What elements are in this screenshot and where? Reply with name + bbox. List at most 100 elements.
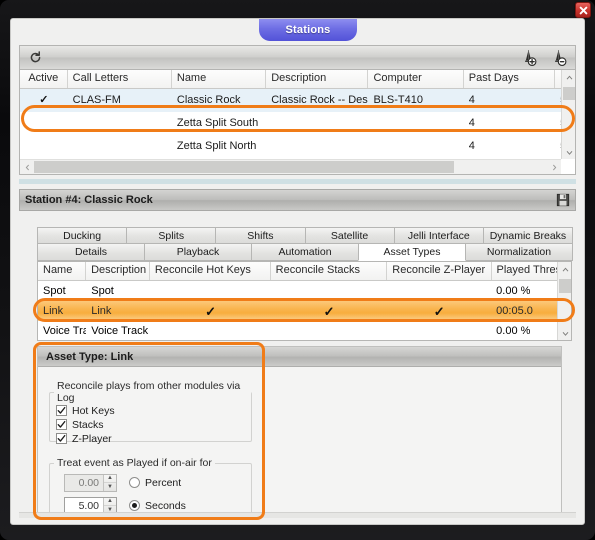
client-area: Stations Active Call Letters Name Descri… xyxy=(10,18,585,525)
asset-name: Voice Track xyxy=(43,325,86,337)
chevron-left-icon[interactable] xyxy=(20,160,34,175)
chevron-up-icon[interactable] xyxy=(558,262,571,276)
row-description: Classic Rock -- Descrip xyxy=(271,94,368,106)
tab-shifts[interactable]: Shifts xyxy=(215,227,306,244)
asset-type-detail-panel: Asset Type: Link Reconcile plays from ot… xyxy=(37,346,562,516)
asset-types-table[interactable]: Name Description Reconcile Hot Keys Reco… xyxy=(37,261,572,341)
checkbox-stacks-box[interactable] xyxy=(56,419,67,430)
tab-automation[interactable]: Automation xyxy=(251,244,359,261)
row-call-letters: CLAS-FM xyxy=(72,94,121,106)
tab-playback[interactable]: Playback xyxy=(144,244,252,261)
tab-stations[interactable]: Stations xyxy=(259,19,357,41)
table-row[interactable]: Spot Spot 0.00 % xyxy=(38,281,571,301)
percent-row: 0.00 ▲ ▼ Percent xyxy=(64,473,251,492)
stations-horizontal-scrollbar[interactable] xyxy=(20,159,561,174)
radio-seconds[interactable]: Seconds xyxy=(129,500,186,512)
column-header-active[interactable]: Active xyxy=(20,70,68,88)
chevron-right-icon[interactable] xyxy=(547,160,561,175)
column-header-description[interactable]: Description xyxy=(86,262,150,280)
row-computer: BLS-T410 xyxy=(373,94,423,106)
percent-value[interactable]: 0.00 xyxy=(65,475,103,491)
column-header-past-days[interactable]: Past Days xyxy=(464,70,556,88)
asset-description: Link xyxy=(91,305,112,317)
radio-percent-label: Percent xyxy=(145,476,182,489)
floppy-save-icon[interactable] xyxy=(556,193,570,207)
row-name: Classic Rock xyxy=(176,94,241,106)
close-icon[interactable] xyxy=(575,2,591,18)
column-header-reconcile-stacks[interactable]: Reconcile Stacks xyxy=(271,262,388,280)
column-header-call-letters[interactable]: Call Letters xyxy=(68,70,172,88)
add-station-tower-icon[interactable] xyxy=(517,47,539,69)
asset-types-vertical-scrollbar[interactable] xyxy=(557,262,571,340)
column-header-computer[interactable]: Computer xyxy=(368,70,464,88)
asset-types-vscroll-thumb[interactable] xyxy=(559,279,571,293)
asset-hot-keys-check: ✓ xyxy=(205,304,216,318)
percent-stepper-down[interactable]: ▼ xyxy=(104,483,116,491)
checkbox-hot-keys-label: Hot Keys xyxy=(72,404,115,417)
table-row[interactable]: Zetta Split South 4 5 xyxy=(20,112,575,135)
column-header-description[interactable]: Description xyxy=(266,70,369,88)
table-row[interactable]: ✓ CLAS-FM Classic Rock Classic Rock -- D… xyxy=(20,89,575,112)
checkbox-hot-keys[interactable]: Hot Keys xyxy=(56,404,251,417)
played-threshold-group-legend: Treat event as Played if on-air for xyxy=(57,457,212,469)
stations-toolbar-actions xyxy=(517,47,575,69)
checkbox-stacks[interactable]: Stacks xyxy=(56,418,251,431)
asset-name: Spot xyxy=(43,285,66,297)
column-header-name[interactable]: Name xyxy=(38,262,87,280)
percent-stepper-up[interactable]: ▲ xyxy=(104,475,116,483)
checkbox-z-player-box[interactable] xyxy=(56,433,67,444)
tab-details[interactable]: Details xyxy=(37,244,145,261)
percent-stepper-buttons[interactable]: ▲ ▼ xyxy=(103,474,116,491)
stations-vscroll-thumb[interactable] xyxy=(563,87,575,100)
row-past-days: 4 xyxy=(468,94,475,106)
chevron-up-icon[interactable] xyxy=(562,70,575,84)
status-strip xyxy=(19,512,576,518)
asset-description: Voice Track xyxy=(91,325,149,337)
row-name: Zetta Split South xyxy=(176,117,259,129)
radio-seconds-control[interactable] xyxy=(129,500,140,511)
tab-splits[interactable]: Splits xyxy=(126,227,217,244)
station-detail-header: Station #4: Classic Rock xyxy=(19,189,576,211)
checkbox-hot-keys-box[interactable] xyxy=(56,405,67,416)
page-title: Station #4: Classic Rock xyxy=(25,194,153,206)
tab-dynamic-breaks[interactable]: Dynamic Breaks xyxy=(482,227,574,244)
tab-satellite[interactable]: Satellite xyxy=(304,227,395,244)
chevron-down-icon[interactable] xyxy=(558,326,571,340)
remove-station-tower-icon[interactable] xyxy=(547,47,569,69)
row-active-check: ✓ xyxy=(39,94,49,106)
checkbox-stacks-label: Stacks xyxy=(72,418,104,431)
tab-normalization[interactable]: Normalization xyxy=(465,244,573,261)
stations-hscroll-thumb[interactable] xyxy=(34,161,454,173)
played-threshold-group: Treat event as Played if on-air for 0.00… xyxy=(49,457,252,515)
checkbox-z-player[interactable]: Z-Player xyxy=(56,432,251,445)
row-past-days: 4 xyxy=(468,117,475,129)
table-row[interactable]: Zetta Split North 4 5 xyxy=(20,135,575,158)
column-header-name[interactable]: Name xyxy=(172,70,267,88)
column-header-reconcile-z-player[interactable]: Reconcile Z-Player xyxy=(387,262,492,280)
column-header-reconcile-hot-keys[interactable]: Reconcile Hot Keys xyxy=(150,262,271,280)
radio-percent[interactable]: Percent xyxy=(129,477,181,489)
stations-toolbar xyxy=(19,45,576,69)
asset-types-table-header: Name Description Reconcile Hot Keys Reco… xyxy=(38,262,571,281)
stations-vertical-scrollbar[interactable] xyxy=(561,70,575,159)
row-name: Zetta Split North xyxy=(176,140,257,152)
reconcile-group-legend: Reconcile plays from other modules via L… xyxy=(57,380,241,404)
percent-stepper[interactable]: 0.00 ▲ ▼ xyxy=(64,473,117,492)
row-past-days: 4 xyxy=(468,140,475,152)
station-tab-group: Ducking Splits Shifts Satellite Jelli In… xyxy=(37,227,574,261)
tab-jelli-interface[interactable]: Jelli Interface xyxy=(393,227,484,244)
radio-seconds-dot xyxy=(132,503,137,508)
radio-percent-control[interactable] xyxy=(129,477,140,488)
asset-description: Spot xyxy=(91,285,114,297)
stations-table[interactable]: Active Call Letters Name Description Com… xyxy=(19,69,576,175)
asset-type-detail-title: Asset Type: Link xyxy=(38,347,561,367)
reconcile-group: Reconcile plays from other modules via L… xyxy=(49,380,252,445)
tab-ducking[interactable]: Ducking xyxy=(37,227,128,244)
table-row[interactable]: Voice Track Voice Track 0.00 % xyxy=(38,321,571,340)
refresh-icon[interactable] xyxy=(24,47,46,69)
chevron-down-icon[interactable] xyxy=(562,145,575,159)
table-row[interactable]: Link Link ✓ ✓ ✓ 00:05.0 xyxy=(38,301,571,321)
seconds-stepper-up[interactable]: ▲ xyxy=(104,498,116,506)
checkbox-z-player-label: Z-Player xyxy=(72,432,112,445)
tab-asset-types[interactable]: Asset Types xyxy=(358,244,466,261)
